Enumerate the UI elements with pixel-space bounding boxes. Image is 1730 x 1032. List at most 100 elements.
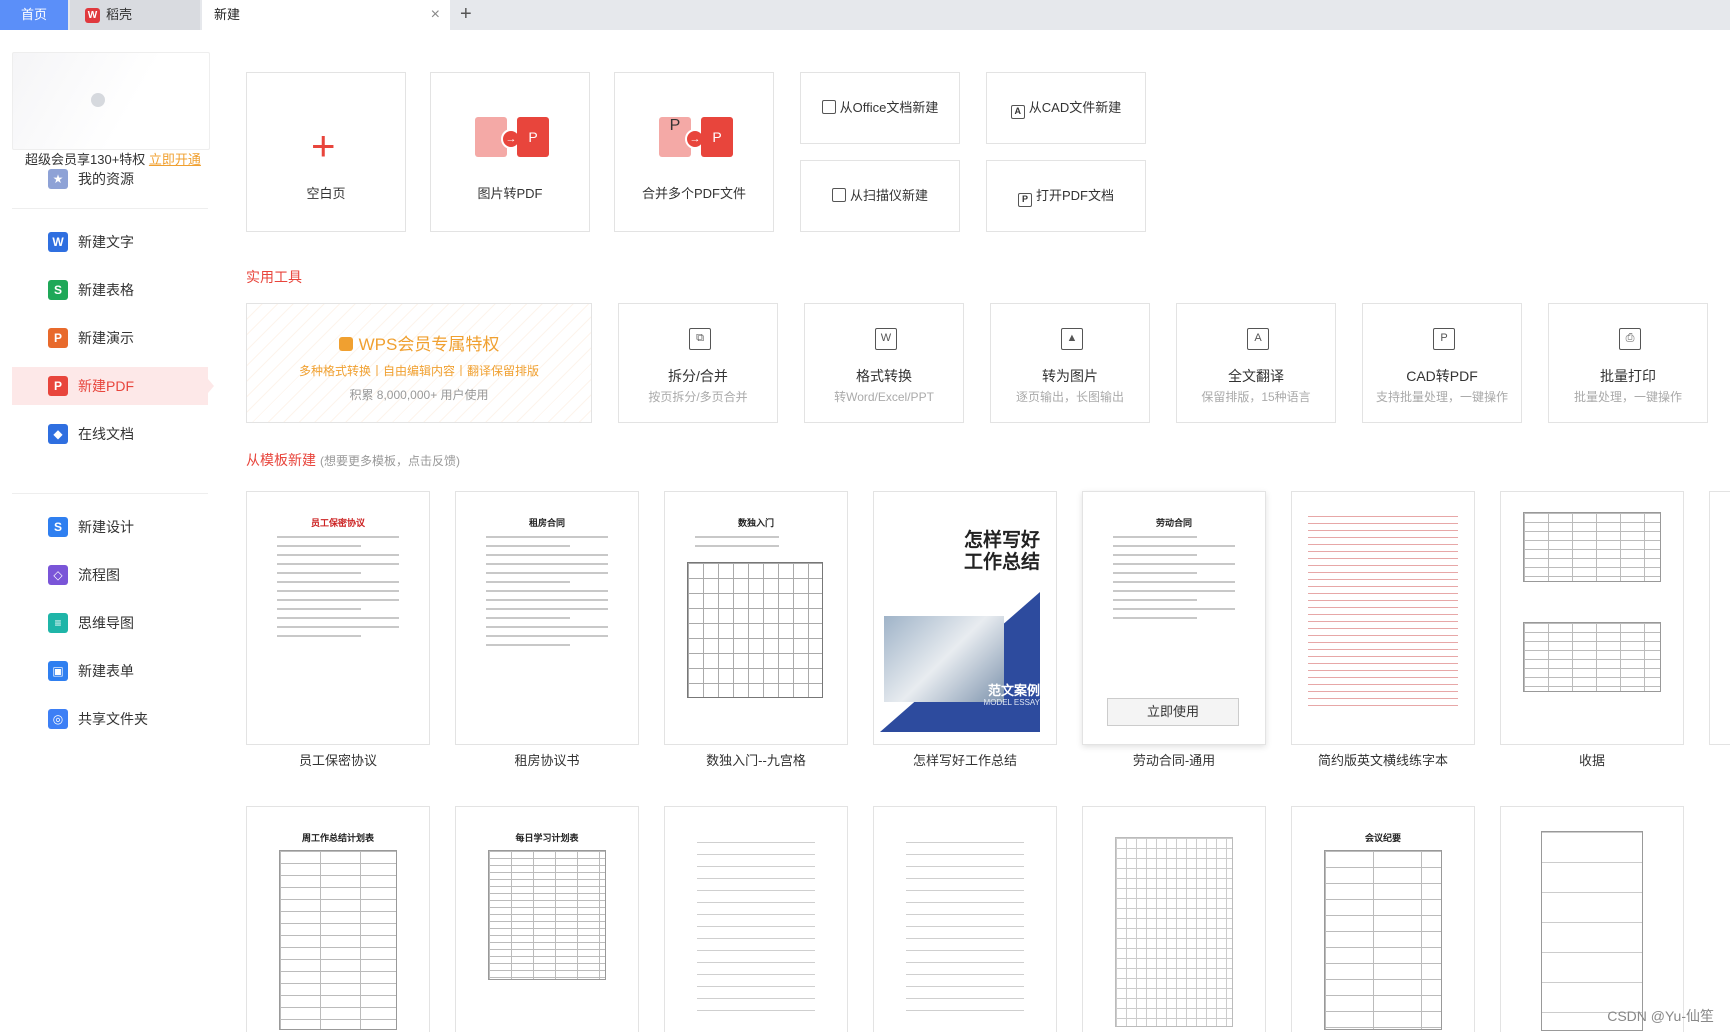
vip-promo-card[interactable]: 超级会员享130+特权 立即开通 (12, 52, 210, 167)
template-card[interactable]: 租房合同 (455, 491, 639, 745)
tool-desc: 批量处理，一键操作 (1573, 390, 1682, 404)
vip-user-count: 积累 8,000,000+ 用户使用 (349, 388, 489, 402)
watermark: CSDN @Yu-仙笙 (1607, 1008, 1714, 1024)
template-preview-title: 会议纪要 (1364, 833, 1401, 843)
template-label: 数独入门--九宫格 (706, 753, 806, 768)
star-icon: ★ (48, 169, 68, 189)
open-pdf-button[interactable]: P 打开PDF文档 (986, 160, 1146, 232)
template-preview (1308, 510, 1458, 744)
pdf-icon: P (48, 376, 68, 396)
template-card[interactable] (664, 806, 848, 1032)
template-label: 员工保密协议 (298, 753, 377, 768)
template-preview (683, 831, 829, 1032)
plus-icon: + (311, 122, 336, 169)
template-card[interactable] (873, 806, 1057, 1032)
template-card[interactable] (1291, 491, 1475, 745)
template-preview: 每日学习计划表 (474, 821, 620, 1032)
image-to-pdf-icon: → P (475, 117, 551, 159)
from-cad-label: 从CAD文件新建 (1028, 100, 1122, 115)
cad-to-pdf-icon: P (1433, 328, 1455, 350)
template-card[interactable]: 周工作总结计划表 (246, 806, 430, 1032)
cover-case-en: MODEL ESSAY (983, 698, 1040, 707)
image-to-pdf-card[interactable]: → P 图片转PDF (430, 72, 590, 232)
document-icon (821, 100, 836, 114)
tool-desc: 支持批量处理，一键操作 (1375, 390, 1508, 404)
template-preview-title: 租房合同 (528, 518, 565, 528)
template-card[interactable]: 会议纪要 (1291, 806, 1475, 1032)
sidebar-item-new-spreadsheet[interactable]: S 新建表格 (12, 271, 208, 309)
sidebar-item-mindmap[interactable]: ≡ 思维导图 (12, 604, 208, 642)
tool-name: 拆分/合并 (668, 368, 728, 384)
tool-desc: 转Word/Excel/PPT (834, 390, 934, 404)
template-card[interactable]: 数独入门 (664, 491, 848, 745)
templates-title-text: 从模板新建 (246, 452, 316, 468)
image-to-pdf-label: 图片转PDF (477, 186, 543, 201)
blank-page-label: 空白页 (306, 186, 346, 201)
vip-privilege-title: WPS会员专属特权 (247, 330, 591, 355)
tool-to-image[interactable]: ▲ 转为图片 逐页输出，长图输出 (990, 303, 1150, 423)
template-card-hovered[interactable]: 劳动合同 立即使用 (1082, 491, 1266, 745)
sidebar-item-new-pdf[interactable]: P 新建PDF (12, 367, 214, 405)
sidebar-item-label: 在线文档 (78, 426, 134, 442)
sudoku-grid (687, 562, 823, 698)
template-cover: 怎样写好 工作总结 范文案例 MODEL ESSAY (874, 492, 1056, 744)
sidebar-item-flowchart[interactable]: ◇ 流程图 (12, 556, 208, 594)
from-cad-button[interactable]: A 从CAD文件新建 (986, 72, 1146, 144)
tool-cad-to-pdf[interactable]: P CAD转PDF 支持批量处理，一键操作 (1362, 303, 1522, 423)
vip-crown-icon (338, 337, 353, 351)
sidebar-item-label: 我的资源 (78, 171, 134, 187)
presentation-icon: P (48, 328, 68, 348)
sidebar-item-label: 新建设计 (78, 519, 134, 535)
vip-privilege-subtitle: 多种格式转换丨自由编辑内容丨翻译保留排版 (298, 364, 539, 378)
tool-name: CAD转PDF (1406, 368, 1478, 384)
template-card[interactable]: 每日学习计划表 (455, 806, 639, 1032)
sidebar-item-new-design[interactable]: S 新建设计 (12, 508, 208, 546)
template-preview-title: 数独入门 (737, 518, 774, 528)
sidebar-item-new-text[interactable]: W 新建文字 (12, 223, 208, 261)
tool-format-convert[interactable]: W 格式转换 转Word/Excel/PPT (804, 303, 964, 423)
tab-home[interactable]: 首页 (0, 0, 68, 30)
template-preview: 周工作总结计划表 (265, 821, 411, 1032)
template-card[interactable] (1082, 806, 1266, 1032)
vip-privilege-card[interactable]: WPS会员专属特权 多种格式转换丨自由编辑内容丨翻译保留排版 积累 8,000,… (246, 303, 592, 423)
tab-daoke[interactable]: W 稻壳 (70, 0, 200, 30)
cover-photo (884, 616, 1004, 702)
template-preview: 会议纪要 (1310, 821, 1456, 1032)
tool-desc: 逐页输出，长图输出 (1015, 390, 1124, 404)
tab-new-label: 新建 (214, 7, 241, 22)
template-preview-title: 员工保密协议 (310, 518, 365, 528)
from-office-button[interactable]: 从Office文档新建 (800, 72, 960, 144)
templates-section-title: 从模板新建 (想要更多模板，点击反馈) (246, 450, 460, 470)
template-card[interactable]: 怎样写好 工作总结 范文案例 MODEL ESSAY (873, 491, 1057, 745)
tool-batch-print[interactable]: ⎙ 批量打印 批量处理，一键操作 (1548, 303, 1708, 423)
template-card[interactable]: 员工保密协议 (246, 491, 430, 745)
blank-page-card[interactable]: + 空白页 (246, 72, 406, 232)
template-card[interactable] (1500, 806, 1684, 1032)
tab-bar: 首页 W 稻壳 新建 × + (0, 0, 1730, 30)
close-tab-icon[interactable]: × (431, 0, 440, 30)
sidebar-item-shared-folder[interactable]: ◎ 共享文件夹 (12, 700, 208, 738)
from-scanner-button[interactable]: 从扫描仪新建 (800, 160, 960, 232)
templates-feedback-link[interactable]: (想要更多模板，点击反馈) (320, 454, 460, 468)
sidebar-item-new-presentation[interactable]: P 新建演示 (12, 319, 208, 357)
to-image-icon: ▲ (1061, 328, 1083, 350)
sidebar-item-label: 思维导图 (78, 615, 134, 631)
template-card-partial[interactable] (1709, 491, 1730, 745)
use-template-button[interactable]: 立即使用 (1107, 698, 1239, 726)
tab-daoke-label: 稻壳 (106, 7, 133, 22)
template-card[interactable] (1500, 491, 1684, 745)
merge-pdf-card[interactable]: P → P 合并多个PDF文件 (614, 72, 774, 232)
split-merge-icon: ⧉ (689, 328, 711, 350)
tool-translate[interactable]: A 全文翻译 保留排版，15种语言 (1176, 303, 1336, 423)
cover-title: 怎样写好 工作总结 (963, 530, 1040, 573)
sidebar-item-label: 新建表格 (78, 282, 134, 298)
open-pdf-icon: P (1017, 193, 1032, 207)
tool-split-merge[interactable]: ⧉ 拆分/合并 按页拆分/多页合并 (618, 303, 778, 423)
sidebar-item-my-resources[interactable]: ★ 我的资源 (12, 160, 208, 198)
tab-new[interactable]: 新建 × (202, 0, 450, 30)
vip-badge-icon (91, 93, 105, 107)
template-label: 劳动合同-通用 (1132, 753, 1216, 768)
new-tab-plus-icon[interactable]: + (460, 0, 472, 30)
sidebar-item-new-form[interactable]: ▣ 新建表单 (12, 652, 208, 690)
sidebar-item-online-docs[interactable]: ◆ 在线文档 (12, 415, 208, 453)
